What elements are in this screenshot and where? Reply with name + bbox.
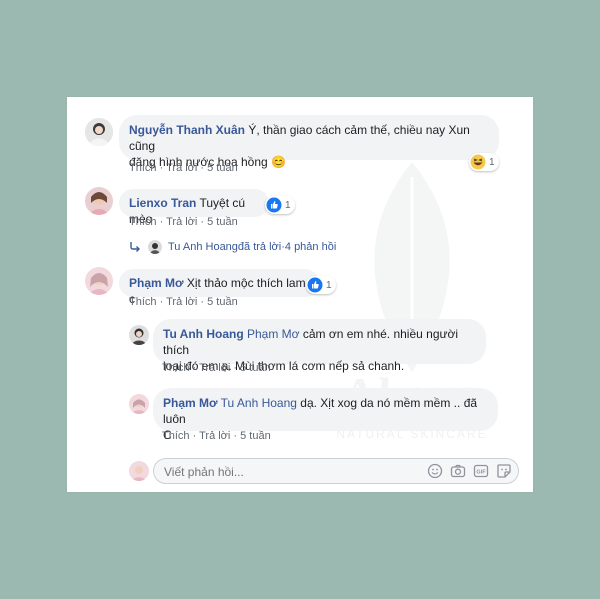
reply-link[interactable]: Trả lời bbox=[166, 162, 197, 174]
emoji-icon[interactable] bbox=[427, 463, 443, 479]
reply-actions: Thích · Trả lời · 5 tuần bbox=[162, 362, 271, 374]
haha-reaction-icon bbox=[470, 154, 486, 170]
reply-count: 4 phản hồi bbox=[284, 241, 337, 253]
avatar[interactable] bbox=[129, 394, 149, 414]
reply-author[interactable]: Tu Anh Hoang bbox=[163, 327, 244, 341]
reply-link[interactable]: Trả lời bbox=[199, 430, 230, 442]
comment-bubble: Phạm Mơ Xịt thảo mộc thích lam c bbox=[119, 269, 319, 306]
reply-bubble: Phạm Mơ Tu Anh Hoang dạ. Xịt xog da nó m… bbox=[153, 388, 498, 442]
reply-input-box: GIF bbox=[153, 458, 519, 484]
smile-emoji-icon: 😊 bbox=[271, 155, 286, 169]
reaction-summary[interactable]: 1 bbox=[265, 196, 295, 214]
input-icons: GIF bbox=[427, 463, 512, 479]
reply-time[interactable]: 5 tuần bbox=[240, 362, 271, 374]
camera-icon[interactable] bbox=[450, 463, 466, 479]
reaction-summary[interactable]: 1 bbox=[469, 153, 499, 171]
comment-time[interactable]: 5 tuần bbox=[207, 162, 238, 174]
comments-card: Akaya NATURAL SKINCARE Nguyễn Thanh Xuân… bbox=[67, 97, 533, 492]
avatar[interactable] bbox=[85, 187, 113, 215]
svg-text:GIF: GIF bbox=[476, 470, 486, 476]
like-link[interactable]: Thích bbox=[129, 216, 157, 228]
reply-author[interactable]: Phạm Mơ bbox=[163, 396, 218, 410]
reaction-summary[interactable]: 1 bbox=[306, 276, 336, 294]
comment-actions: Thích · Trả lời · 5 tuần bbox=[129, 216, 238, 228]
avatar bbox=[148, 240, 162, 254]
reply-link[interactable]: Trả lời bbox=[199, 362, 230, 374]
comment-time[interactable]: 5 tuần bbox=[207, 216, 238, 228]
sticker-icon[interactable] bbox=[496, 463, 512, 479]
like-reaction-icon bbox=[266, 197, 282, 213]
comment-bubble: Nguyễn Thanh Xuân Ý, thần giao cách cảm … bbox=[119, 115, 499, 169]
avatar[interactable] bbox=[85, 118, 113, 146]
reply-link[interactable]: Trả lời bbox=[166, 296, 197, 308]
like-link[interactable]: Thích bbox=[162, 362, 190, 374]
current-user-avatar bbox=[129, 461, 149, 481]
reply-bubble: Tu Anh Hoang Phạm Mơ cảm ơn em nhé. nhiề… bbox=[153, 319, 486, 373]
replier-name: Tu Anh Hoang bbox=[168, 241, 238, 253]
like-reaction-icon bbox=[307, 277, 323, 293]
reaction-count: 1 bbox=[285, 199, 291, 211]
comment-actions: Thích · Trả lời · 5 tuần bbox=[129, 296, 238, 308]
reaction-count: 1 bbox=[326, 279, 332, 291]
reaction-count: 1 bbox=[489, 156, 495, 168]
mention-link[interactable]: Tu Anh Hoang bbox=[218, 396, 297, 410]
like-link[interactable]: Thích bbox=[129, 162, 157, 174]
comment-author[interactable]: Lienxo Tran bbox=[129, 196, 196, 210]
mention-link[interactable]: Phạm Mơ bbox=[244, 327, 300, 341]
reply-link[interactable]: Trả lời bbox=[166, 216, 197, 228]
like-link[interactable]: Thích bbox=[129, 296, 157, 308]
comment-time[interactable]: 5 tuần bbox=[207, 296, 238, 308]
comment-bubble: Lienxo Tran Tuyệt cú mèo bbox=[119, 189, 269, 226]
comment-author[interactable]: Nguyễn Thanh Xuân bbox=[129, 123, 245, 137]
reply-actions: Thích · Trả lời · 5 tuần bbox=[162, 430, 271, 442]
avatar[interactable] bbox=[85, 267, 113, 295]
like-link[interactable]: Thích bbox=[162, 430, 190, 442]
view-replies-link[interactable]: Tu Anh Hoang đã trả lời · 4 phản hồi bbox=[129, 240, 336, 254]
reply-arrow-icon bbox=[130, 242, 140, 252]
comment-author[interactable]: Phạm Mơ bbox=[129, 276, 184, 290]
avatar[interactable] bbox=[129, 325, 149, 345]
gif-icon[interactable]: GIF bbox=[473, 463, 489, 479]
reply-time[interactable]: 5 tuần bbox=[240, 430, 271, 442]
comment-actions: Thích · Trả lời · 5 tuần bbox=[129, 162, 238, 174]
reply-input[interactable] bbox=[162, 462, 416, 482]
